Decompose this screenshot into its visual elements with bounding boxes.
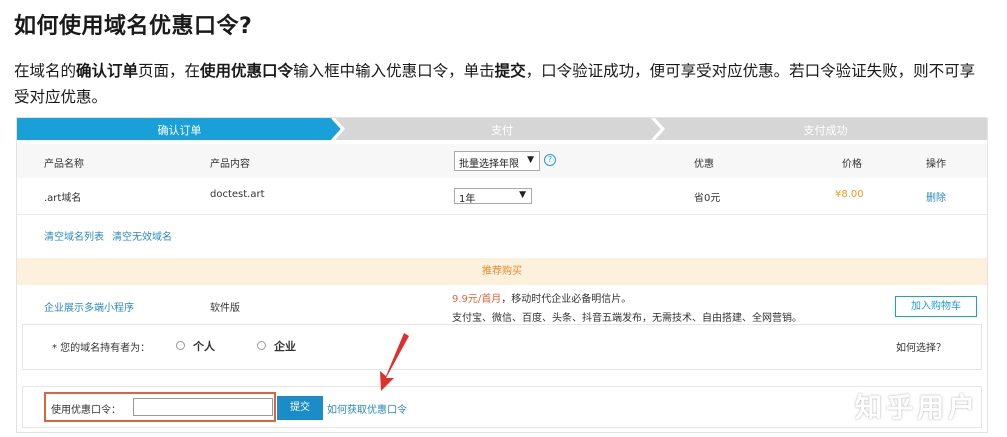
watermark: 知乎用户 <box>855 393 979 424</box>
red-arrow-icon <box>380 333 409 391</box>
